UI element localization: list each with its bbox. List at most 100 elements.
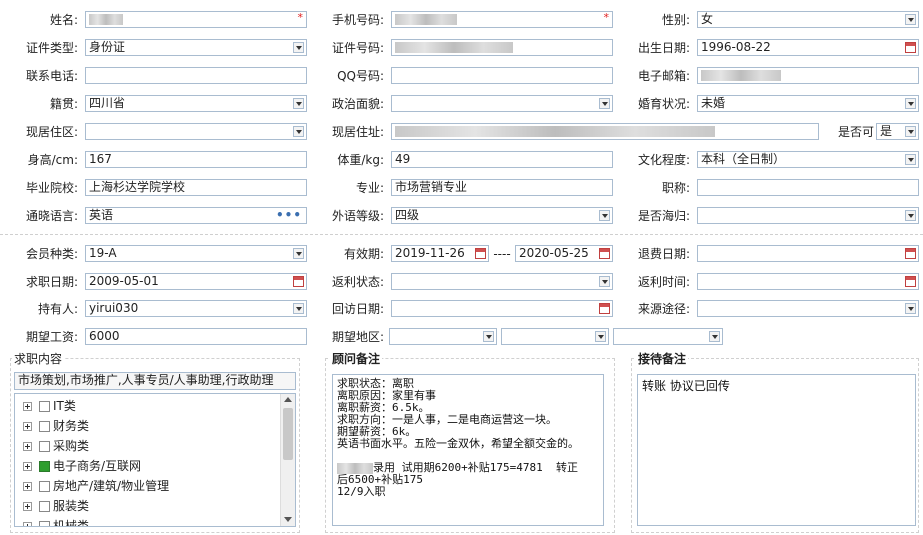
expand-plus-icon[interactable] xyxy=(23,522,32,526)
chevron-down-icon[interactable] xyxy=(905,98,916,109)
rebate-status-select[interactable] xyxy=(391,273,613,290)
expand-plus-icon[interactable] xyxy=(23,422,32,431)
birth-date-input[interactable]: 1996-08-22 xyxy=(697,39,919,56)
calendar-icon[interactable] xyxy=(293,276,304,287)
lang-input[interactable]: 英语 ••• xyxy=(85,207,307,224)
tree-item[interactable]: 财务类 xyxy=(23,416,89,436)
region-city-select[interactable] xyxy=(501,328,609,345)
more-options-icon[interactable]: ••• xyxy=(276,208,302,223)
chevron-down-icon[interactable] xyxy=(293,126,304,137)
tree-item[interactable]: 采购类 xyxy=(23,436,89,456)
calendar-icon[interactable] xyxy=(905,276,916,287)
politics-select[interactable] xyxy=(391,95,613,112)
scroll-thumb[interactable] xyxy=(283,408,293,460)
job-content-legend: 求职内容 xyxy=(12,352,65,366)
calendar-icon[interactable] xyxy=(599,303,610,314)
chevron-down-icon[interactable] xyxy=(599,210,610,221)
chevron-down-icon[interactable] xyxy=(599,276,610,287)
scroll-up-icon[interactable] xyxy=(284,397,292,402)
flag-select[interactable]: 是 xyxy=(876,123,919,140)
abroad-select[interactable] xyxy=(697,207,919,224)
valid-to-input[interactable]: 2020-05-25 xyxy=(515,245,613,262)
calendar-icon[interactable] xyxy=(599,248,610,259)
holder-select[interactable]: yirui030 xyxy=(85,300,307,317)
chevron-down-icon[interactable] xyxy=(905,303,916,314)
category-checkbox[interactable] xyxy=(39,421,50,432)
expand-plus-icon[interactable] xyxy=(23,482,32,491)
idno-input[interactable] xyxy=(391,39,613,56)
idtype-select[interactable]: 身份证 xyxy=(85,39,307,56)
school-label: 毕业院校: xyxy=(25,181,78,195)
region-province-select[interactable] xyxy=(389,328,497,345)
name-label: 姓名: xyxy=(49,13,78,27)
level-select[interactable]: 四级 xyxy=(391,207,613,224)
native-select[interactable]: 四川省 xyxy=(85,95,307,112)
category-checkbox[interactable] xyxy=(39,401,50,412)
visit-date-input[interactable] xyxy=(391,300,613,317)
chevron-down-icon[interactable] xyxy=(905,126,916,137)
name-input[interactable]: * xyxy=(85,11,307,28)
gender-select[interactable]: 女 xyxy=(697,11,919,28)
scroll-down-icon[interactable] xyxy=(284,517,292,522)
chevron-down-icon[interactable] xyxy=(293,248,304,259)
email-input[interactable] xyxy=(697,67,919,84)
expand-plus-icon[interactable] xyxy=(23,402,32,411)
member-select[interactable]: 19-A xyxy=(85,245,307,262)
height-input[interactable]: 167 xyxy=(85,151,307,168)
category-checkbox[interactable] xyxy=(39,521,50,526)
calendar-icon[interactable] xyxy=(905,248,916,259)
marital-select[interactable]: 未婚 xyxy=(697,95,919,112)
advisor-notes-textarea[interactable]: 求职状态：离职 离职原因：家里有事 离职薪资：6.5k。 求职方向：一是人事，二是电商… xyxy=(332,374,604,526)
calendar-icon[interactable] xyxy=(475,248,486,259)
chevron-down-icon[interactable] xyxy=(483,331,494,342)
valid-from-input[interactable]: 2019-11-26 xyxy=(391,245,489,262)
tree-item-label: 服装类 xyxy=(53,499,90,513)
blurred-address xyxy=(395,126,715,137)
tree-scrollbar[interactable] xyxy=(280,394,295,526)
school-input[interactable]: 上海杉达学院学校 xyxy=(85,179,307,196)
birth-value: 1996-08-22 xyxy=(701,40,771,54)
tree-item[interactable]: 机械类 xyxy=(23,516,89,526)
refund-label: 退费日期: xyxy=(637,247,690,261)
job-category-tree[interactable]: IT类 财务类采购类电子商务/互联网 房地产/建筑/物业管理服装类机械类 xyxy=(14,393,296,527)
title-input[interactable] xyxy=(697,179,919,196)
source-select[interactable] xyxy=(697,300,919,317)
edu-select[interactable]: 本科（全日制） xyxy=(697,151,919,168)
salary-input[interactable]: 6000 xyxy=(85,328,307,345)
chevron-down-icon[interactable] xyxy=(293,42,304,53)
tree-item[interactable]: IT类 xyxy=(23,396,76,416)
reception-notes-textarea[interactable]: 转账 协议已回传 xyxy=(637,374,916,526)
category-checkbox[interactable] xyxy=(39,441,50,452)
area-select[interactable] xyxy=(85,123,307,140)
tree-item[interactable]: 服装类 xyxy=(23,496,89,516)
weight-input[interactable]: 49 xyxy=(391,151,613,168)
expand-plus-icon[interactable] xyxy=(23,442,32,451)
refund-date-input[interactable] xyxy=(697,245,919,262)
calendar-icon[interactable] xyxy=(905,42,916,53)
category-checkbox[interactable] xyxy=(39,501,50,512)
tree-item-label: 采购类 xyxy=(53,439,90,453)
phone-input[interactable]: * xyxy=(391,11,613,28)
chevron-down-icon[interactable] xyxy=(293,303,304,314)
tree-item[interactable]: 电子商务/互联网 xyxy=(23,456,141,476)
category-checkbox[interactable] xyxy=(39,481,50,492)
chevron-down-icon[interactable] xyxy=(709,331,720,342)
chevron-down-icon[interactable] xyxy=(599,98,610,109)
category-checkbox[interactable] xyxy=(39,461,50,472)
chevron-down-icon[interactable] xyxy=(905,14,916,25)
job-date-input[interactable]: 2009-05-01 xyxy=(85,273,307,290)
chevron-down-icon[interactable] xyxy=(905,210,916,221)
chevron-down-icon[interactable] xyxy=(595,331,606,342)
qq-input[interactable] xyxy=(391,67,613,84)
rebate-time-input[interactable] xyxy=(697,273,919,290)
expand-plus-icon[interactable] xyxy=(23,462,32,471)
tree-item[interactable]: 房地产/建筑/物业管理 xyxy=(23,476,169,496)
address-input[interactable] xyxy=(391,123,819,140)
contact-input[interactable] xyxy=(85,67,307,84)
expand-plus-icon[interactable] xyxy=(23,502,32,511)
job-summary-field[interactable]: 市场策划,市场推广,人事专员/人事助理,行政助理 xyxy=(14,372,296,390)
chevron-down-icon[interactable] xyxy=(905,154,916,165)
chevron-down-icon[interactable] xyxy=(293,98,304,109)
major-input[interactable]: 市场营销专业 xyxy=(391,179,613,196)
region-district-select[interactable] xyxy=(613,328,723,345)
